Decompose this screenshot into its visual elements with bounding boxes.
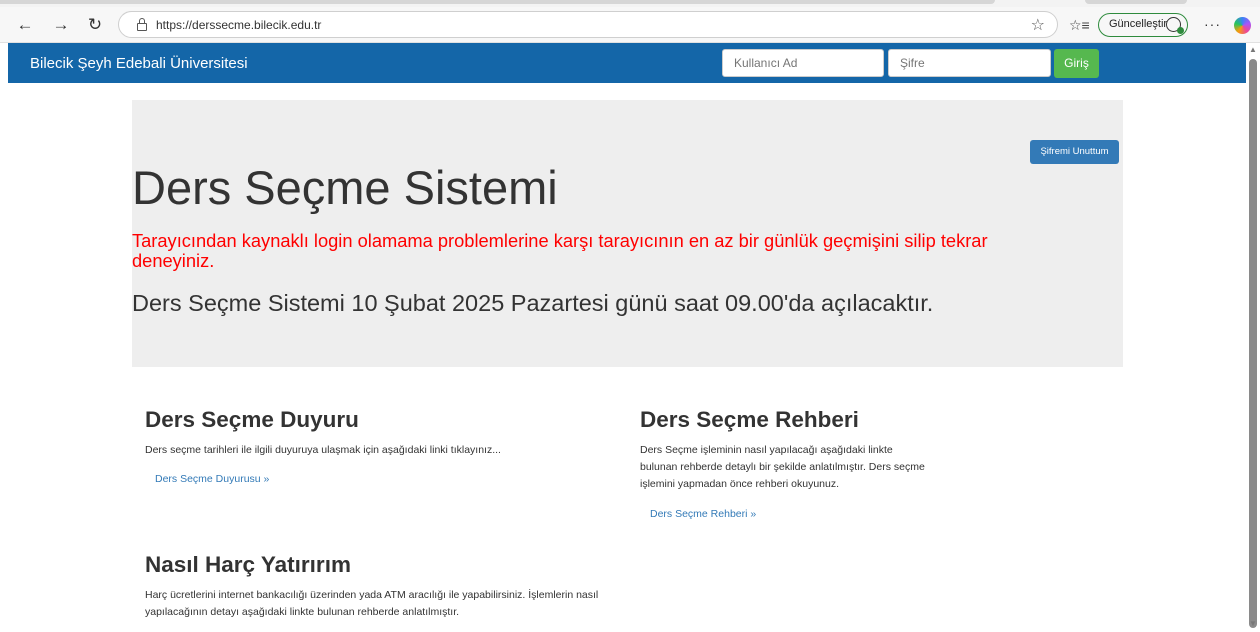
harc-title: Nasıl Harç Yatırırım	[145, 552, 351, 577]
rehber-text: Ders Seçme işleminin nasıl yapılacağı aş…	[640, 444, 925, 490]
browser-toolbar: ← → ↻ https://derssecme.bilecik.edu.tr ☆…	[0, 7, 1260, 43]
update-button-label: Güncelleştir	[1109, 18, 1168, 30]
rehber-link[interactable]: Ders Seçme Rehberi »	[650, 508, 756, 520]
address-bar[interactable]: https://derssecme.bilecik.edu.tr ☆	[118, 11, 1058, 38]
forward-arrow-icon[interactable]: →	[50, 14, 72, 36]
profile-icon	[1166, 17, 1184, 34]
reload-icon[interactable]: ↻	[84, 14, 106, 36]
address-url: https://derssecme.bilecik.edu.tr	[156, 18, 322, 32]
duyuru-link[interactable]: Ders Seçme Duyurusu »	[155, 473, 269, 485]
tab-strip-left	[0, 0, 995, 4]
copilot-icon[interactable]	[1234, 17, 1251, 34]
harc-text: Harç ücretlerini internet bankacılığı üz…	[145, 589, 599, 618]
duyuru-title: Ders Seçme Duyuru	[145, 407, 359, 432]
update-button[interactable]: Güncelleştir	[1098, 13, 1188, 37]
page-title: Ders Seçme Sistemi	[132, 161, 558, 214]
page-scrollbar[interactable]: ▲ ▼	[1246, 43, 1260, 632]
scroll-up-icon[interactable]: ▲	[1249, 45, 1257, 54]
login-button[interactable]: Giriş	[1054, 49, 1099, 78]
brand-title[interactable]: Bilecik Şeyh Edebali Üniversitesi	[30, 55, 248, 72]
favorites-icon[interactable]: ☆≡	[1069, 17, 1090, 34]
star-icon[interactable]: ☆	[1031, 15, 1045, 35]
jumbotron: Şifremi Unuttum Ders Seçme Sistemi Taray…	[132, 100, 1123, 367]
rehber-title: Ders Seçme Rehberi	[640, 407, 859, 432]
login-warning: Tarayıcından kaynaklı login olamama prob…	[132, 230, 988, 271]
lock-icon[interactable]	[137, 18, 147, 31]
opening-announcement: Ders Seçme Sistemi 10 Şubat 2025 Pazarte…	[132, 290, 934, 316]
username-input[interactable]	[722, 49, 884, 77]
password-input[interactable]	[888, 49, 1051, 77]
site-navbar: Bilecik Şeyh Edebali Üniversitesi Giriş	[8, 43, 1246, 83]
scrollbar-thumb[interactable]	[1249, 59, 1257, 628]
duyuru-text: Ders seçme tarihleri ile ilgili duyuruya…	[145, 444, 501, 456]
forgot-password-button[interactable]: Şifremi Unuttum	[1030, 140, 1119, 164]
tab-strip	[0, 0, 1260, 7]
scroll-down-icon[interactable]: ▼	[1249, 619, 1257, 628]
tab-strip-right	[1085, 0, 1187, 4]
more-menu-icon[interactable]: ···	[1204, 16, 1221, 32]
back-arrow-icon[interactable]: ←	[14, 14, 36, 36]
